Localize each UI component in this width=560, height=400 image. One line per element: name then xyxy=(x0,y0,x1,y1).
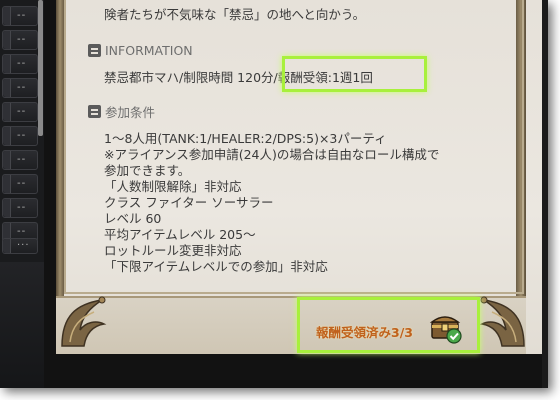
sidebar-slot-label: -- xyxy=(17,178,27,189)
slot-edge xyxy=(3,79,11,97)
slot-edge xyxy=(3,103,11,121)
sidebar-slot[interactable]: -- xyxy=(2,78,38,98)
information-header: INFORMATION xyxy=(88,43,193,58)
sidebar-slot[interactable]: -- xyxy=(2,6,38,26)
document-icon xyxy=(88,44,101,57)
information-header-label: INFORMATION xyxy=(105,43,193,58)
window-frame: -- -- -- -- -- -- -- -- -- -- ··· 険者たちが不… xyxy=(0,0,548,388)
sidebar-slot-label: -- xyxy=(17,58,27,69)
corner-ornament-left xyxy=(61,296,107,347)
sidebar-slot-label: -- xyxy=(17,154,27,165)
slot-edge xyxy=(3,55,11,73)
conditions-header-label: 参加条件 xyxy=(105,105,156,120)
conditions-header: 参加条件 xyxy=(88,102,155,121)
sidebar-slot[interactable]: -- xyxy=(2,54,38,74)
sidebar-slot-label: -- xyxy=(17,10,27,21)
sidebar-slot-label: -- xyxy=(17,130,27,141)
sidebar-slot[interactable]: -- xyxy=(2,198,38,218)
sidebar-slot-label: -- xyxy=(17,202,27,213)
slot-edge xyxy=(3,175,11,193)
left-sidebar: -- -- -- -- -- -- -- -- -- -- ··· xyxy=(0,0,44,388)
sidebar-slot-label: -- xyxy=(17,82,27,93)
slot-edge xyxy=(3,31,11,49)
sidebar-slot[interactable]: -- xyxy=(2,174,38,194)
sidebar-lower-area xyxy=(0,262,44,388)
reward-status-highlight xyxy=(297,297,480,353)
sidebar-scrollbar[interactable] xyxy=(38,0,43,136)
sidebar-slot-label: -- xyxy=(17,106,27,117)
sidebar-slot[interactable]: -- xyxy=(2,126,38,146)
corner-ornament-right xyxy=(479,296,525,347)
description-text: 険者たちが不気味な「禁忌」の地へと向かう。 xyxy=(104,7,366,22)
slot-edge xyxy=(3,239,11,253)
document-icon xyxy=(88,105,101,118)
slot-edge xyxy=(3,7,11,25)
sidebar-slot[interactable]: -- xyxy=(2,30,38,50)
condition-line: 「下限アイテムレベルでの参加」非対応 xyxy=(104,259,328,274)
sidebar-slot[interactable]: -- xyxy=(2,150,38,170)
sidebar-more-label: ··· xyxy=(17,240,30,251)
slot-edge xyxy=(3,127,11,145)
slot-edge xyxy=(3,151,11,169)
reward-limit-highlight xyxy=(282,56,427,92)
sidebar-slot-label: -- xyxy=(17,226,27,237)
sidebar-more-slot[interactable]: ··· xyxy=(2,238,38,254)
sidebar-slot-label: -- xyxy=(17,34,27,45)
window-right-edge xyxy=(542,0,548,388)
slot-edge xyxy=(3,199,11,217)
sidebar-slot[interactable]: -- xyxy=(2,102,38,122)
